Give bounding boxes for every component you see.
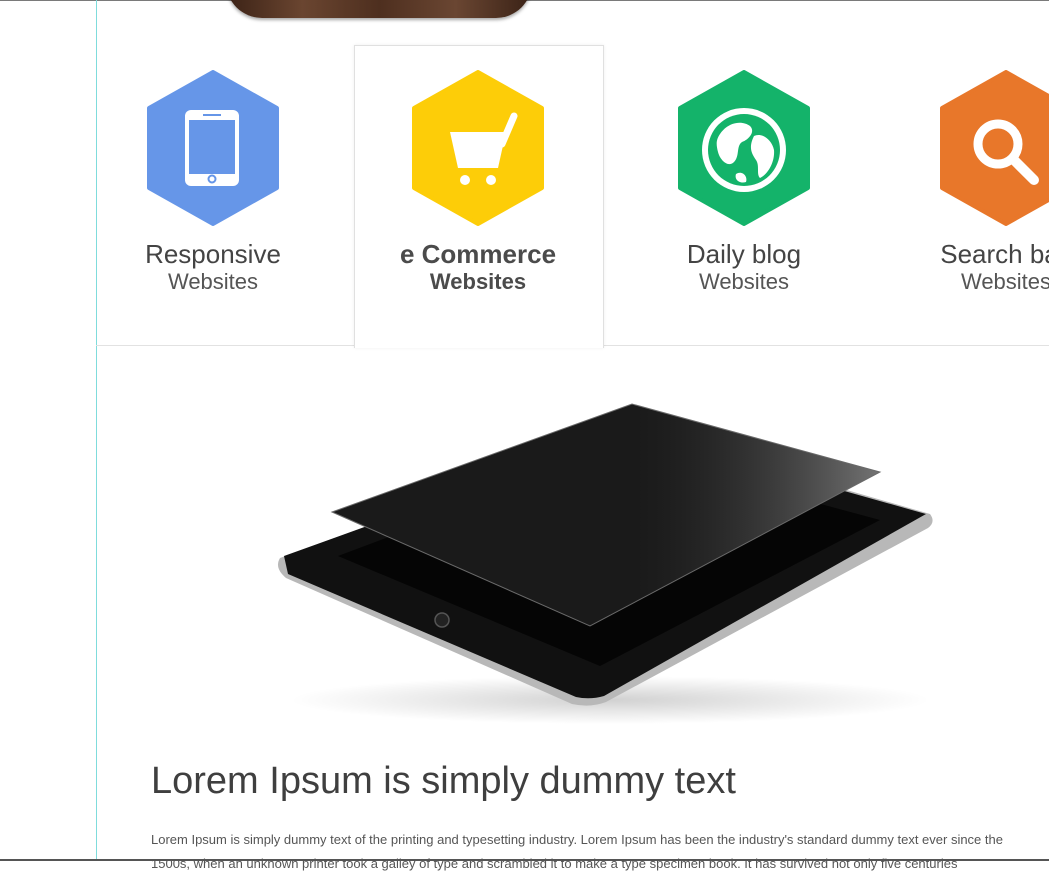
tablet-illustration [278, 403, 933, 724]
content-body: Lorem Ipsum is simply dummy text of the … [151, 832, 1003, 871]
tab-daily-blog[interactable]: Daily blog Websites [619, 70, 869, 295]
shopping-cart-icon [412, 70, 544, 226]
tab-title: e Commerce [399, 239, 557, 269]
tab-responsive[interactable]: Responsive Websites [88, 70, 338, 295]
tab-title: Search bas [940, 239, 1049, 269]
tab-ecommerce[interactable]: e Commerce Websites [353, 70, 603, 295]
tablet-icon [147, 70, 279, 226]
wood-banner-image [226, 0, 532, 18]
tab-subtitle: Websites [429, 269, 527, 294]
tab-search[interactable]: Search bas Websites [881, 70, 1049, 295]
tab-subtitle: Websites [960, 269, 1049, 294]
tab-title: Daily blog [686, 239, 802, 269]
globe-icon [678, 70, 810, 226]
tab-subtitle: Websites [167, 269, 259, 294]
tab-title: Responsive [145, 239, 281, 269]
content-headline: Lorem Ipsum is simply dummy text [151, 760, 736, 802]
tab-subtitle: Websites [698, 269, 790, 294]
magnifier-icon [940, 70, 1049, 226]
